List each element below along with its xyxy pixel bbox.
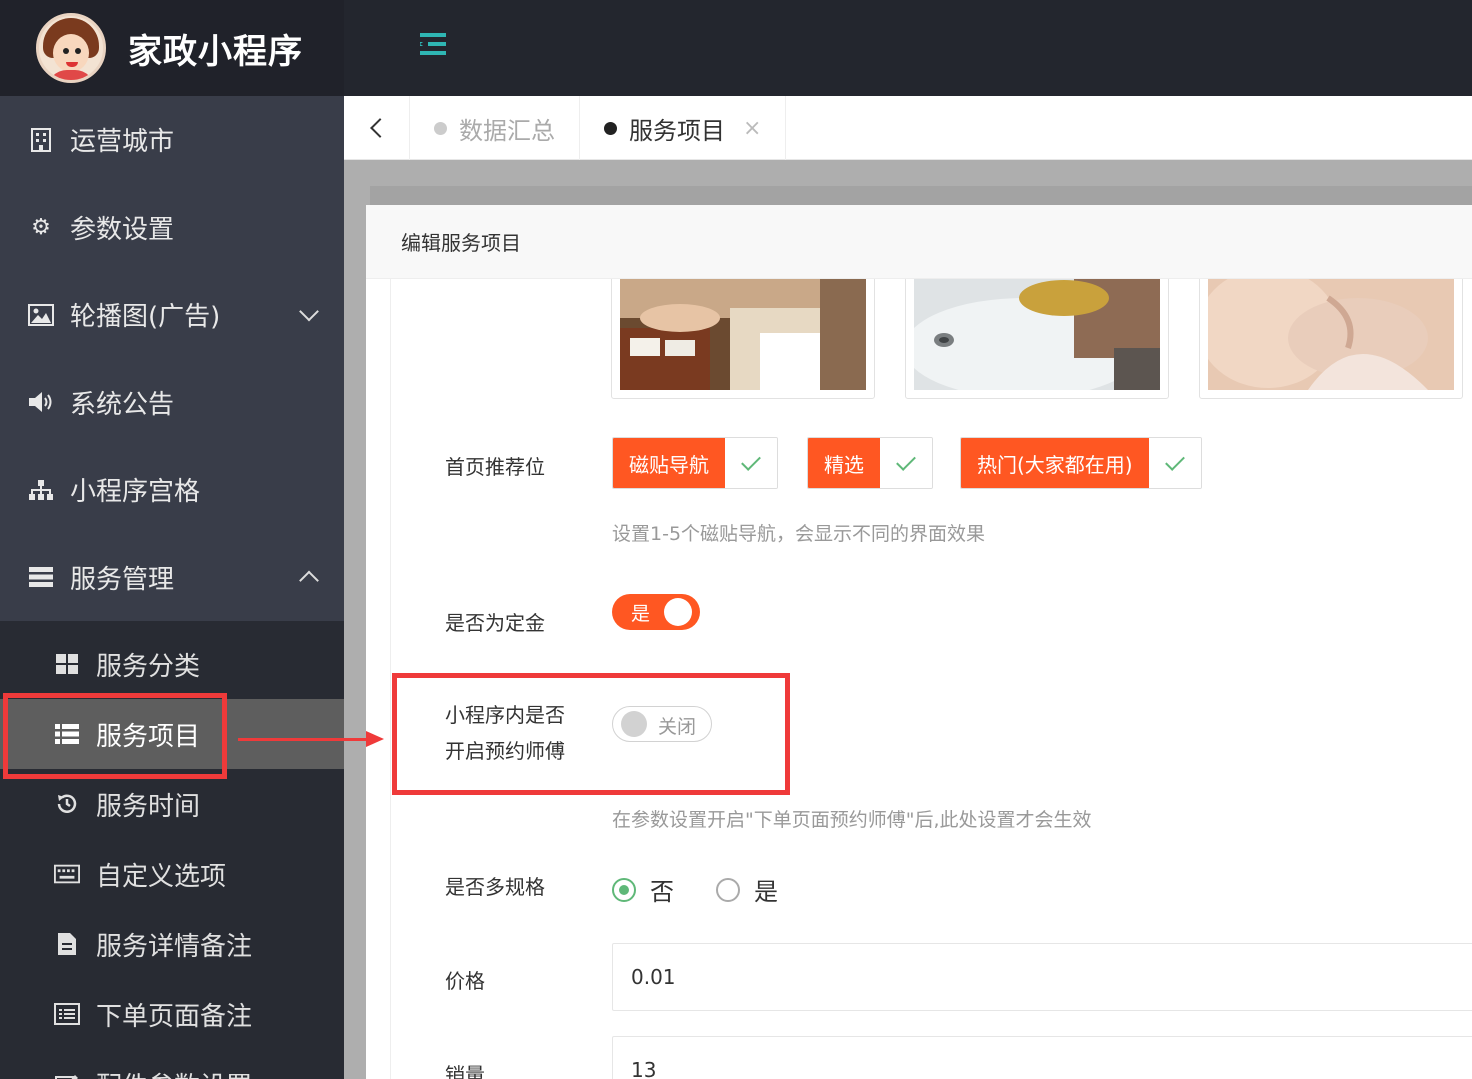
tab-label: 服务项目 <box>629 116 725 145</box>
tab-bar: 数据汇总 服务项目 × <box>344 96 1472 160</box>
sidebar-subitem-label: 服务时间 <box>96 791 201 822</box>
chevron-down-icon <box>299 301 319 322</box>
menu-toggle-icon[interactable] <box>420 33 446 55</box>
switch-knob <box>664 598 692 626</box>
edit-service-dialog: 编辑服务项目 首页推荐位 磁贴导航 精选 热门(大家都在用) 设置1-5个磁贴导… <box>366 205 1472 1079</box>
tab-label: 数据汇总 <box>459 116 555 145</box>
radio-label: 否 <box>650 878 674 906</box>
sidebar-subitem-parts-settings[interactable]: 配件参数设置 <box>0 1049 344 1079</box>
building-icon <box>28 127 54 153</box>
logo-bar: 家政小程序 <box>0 0 344 96</box>
sidebar-subitem-label: 配件参数设置 <box>96 1066 252 1079</box>
multispec-label: 是否多规格 <box>445 875 545 899</box>
recommend-option-text: 磁贴导航 <box>613 438 725 488</box>
tab-service-items[interactable]: 服务项目 × <box>580 96 787 160</box>
list-icon <box>54 721 80 747</box>
sitemap-icon <box>28 477 54 503</box>
sidebar-item-label: 轮播图(广告) <box>70 302 221 333</box>
sidebar-item-label: 小程序宫格 <box>70 477 201 508</box>
sales-label: 销量 <box>445 1063 485 1079</box>
sidebar: 家政小程序 运营城市 ⚙ 参数设置 轮播图(广告) 系统公告 小程序宫格 服务管… <box>0 0 344 1079</box>
sidebar-item-notice[interactable]: 系统公告 <box>0 359 344 447</box>
sidebar-subitem-label: 服务详情备注 <box>96 931 253 962</box>
service-image-3[interactable] <box>1199 279 1463 399</box>
sidebar-subitem-category[interactable]: 服务分类 <box>0 629 344 699</box>
sidebar-item-banner[interactable]: 轮播图(广告) <box>0 271 344 359</box>
tab-dot-icon <box>434 121 447 135</box>
deposit-switch[interactable]: 是 <box>612 594 700 630</box>
sidebar-item-label: 运营城市 <box>70 127 175 158</box>
sidebar-item-label: 系统公告 <box>70 389 175 420</box>
speaker-icon <box>28 389 54 415</box>
sidebar-subitem-label: 自定义选项 <box>96 861 227 892</box>
annotation-arrow <box>238 738 370 741</box>
annotation-arrow-head <box>366 731 384 747</box>
switch-text: 是 <box>631 603 651 625</box>
close-icon[interactable]: × <box>743 116 761 141</box>
sidebar-subitem-detail-notes[interactable]: 服务详情备注 <box>0 909 344 979</box>
grid-icon <box>54 651 80 677</box>
deposit-label: 是否为定金 <box>445 611 545 635</box>
multispec-radio-yes[interactable]: 是 <box>716 872 778 907</box>
price-input[interactable]: 0.01 <box>612 943 1472 1011</box>
dialog-title: 编辑服务项目 <box>366 205 1472 279</box>
sidebar-subitem-label: 服务分类 <box>96 651 201 682</box>
recommend-option-text: 精选 <box>808 438 880 488</box>
sales-input[interactable]: 13 <box>612 1036 1472 1079</box>
service-image-2[interactable] <box>905 279 1169 399</box>
top-header <box>344 0 1472 96</box>
image-icon <box>28 302 54 328</box>
radio-label: 是 <box>754 878 778 906</box>
chevron-left-icon <box>369 118 390 138</box>
server-icon <box>28 564 54 590</box>
logo-avatar <box>36 13 106 83</box>
chevron-up-icon <box>299 570 319 591</box>
recommend-option-tile-nav[interactable]: 磁贴导航 <box>612 437 778 489</box>
sidebar-subitem-service-time[interactable]: 服务时间 <box>0 769 344 839</box>
recommend-option-hot[interactable]: 热门(大家都在用) <box>960 437 1202 489</box>
sidebar-item-cities[interactable]: 运营城市 <box>0 96 344 184</box>
recommend-option-text: 热门(大家都在用) <box>961 438 1149 488</box>
sidebar-item-grid[interactable]: 小程序宫格 <box>0 446 344 534</box>
check-icon <box>880 438 932 488</box>
keyboard-icon <box>54 861 80 887</box>
sidebar-subitem-label: 服务项目 <box>96 721 201 752</box>
sidebar-item-settings[interactable]: ⚙ 参数设置 <box>0 184 344 272</box>
sidebar-subitem-service-items[interactable]: 服务项目 <box>0 693 344 779</box>
tab-data-summary[interactable]: 数据汇总 <box>410 96 580 160</box>
sidebar-subitem-custom-options[interactable]: 自定义选项 <box>0 839 344 909</box>
tab-dot-icon <box>604 121 617 135</box>
check-icon <box>725 438 777 488</box>
service-image-1[interactable] <box>611 279 875 399</box>
recommend-hint: 设置1-5个磁贴导航，会显示不同的界面效果 <box>612 523 986 545</box>
gear-icon: ⚙ <box>31 214 51 240</box>
list-alt-icon <box>54 1001 80 1027</box>
radio-checked-icon <box>612 877 636 902</box>
price-label: 价格 <box>445 969 485 993</box>
highlight-box <box>392 673 790 795</box>
booking-hint: 在参数设置开启"下单页面预约师傅"后,此处设置才会生效 <box>612 809 1092 831</box>
recommend-option-featured[interactable]: 精选 <box>807 437 933 489</box>
tab-scroll-left-button[interactable] <box>344 96 410 160</box>
sidebar-subitem-label: 下单页面备注 <box>96 1001 253 1032</box>
sidebar-item-label: 参数设置 <box>70 214 175 245</box>
recommend-label: 首页推荐位 <box>445 455 545 479</box>
file-icon <box>54 931 80 957</box>
radio-unchecked-icon <box>716 877 740 902</box>
sidebar-item-service-management[interactable]: 服务管理 <box>0 534 344 622</box>
edit-icon <box>54 1071 80 1079</box>
check-icon <box>1148 438 1201 488</box>
app-title: 家政小程序 <box>128 31 303 72</box>
service-submenu: 服务分类 服务项目 服务时间 自定义选项 服务详情备注 下单页面备注 <box>0 621 344 1079</box>
sidebar-subitem-order-notes[interactable]: 下单页面备注 <box>0 979 344 1049</box>
history-icon <box>54 791 80 817</box>
sidebar-item-label: 服务管理 <box>70 564 175 595</box>
multispec-radio-no[interactable]: 否 <box>612 872 674 907</box>
